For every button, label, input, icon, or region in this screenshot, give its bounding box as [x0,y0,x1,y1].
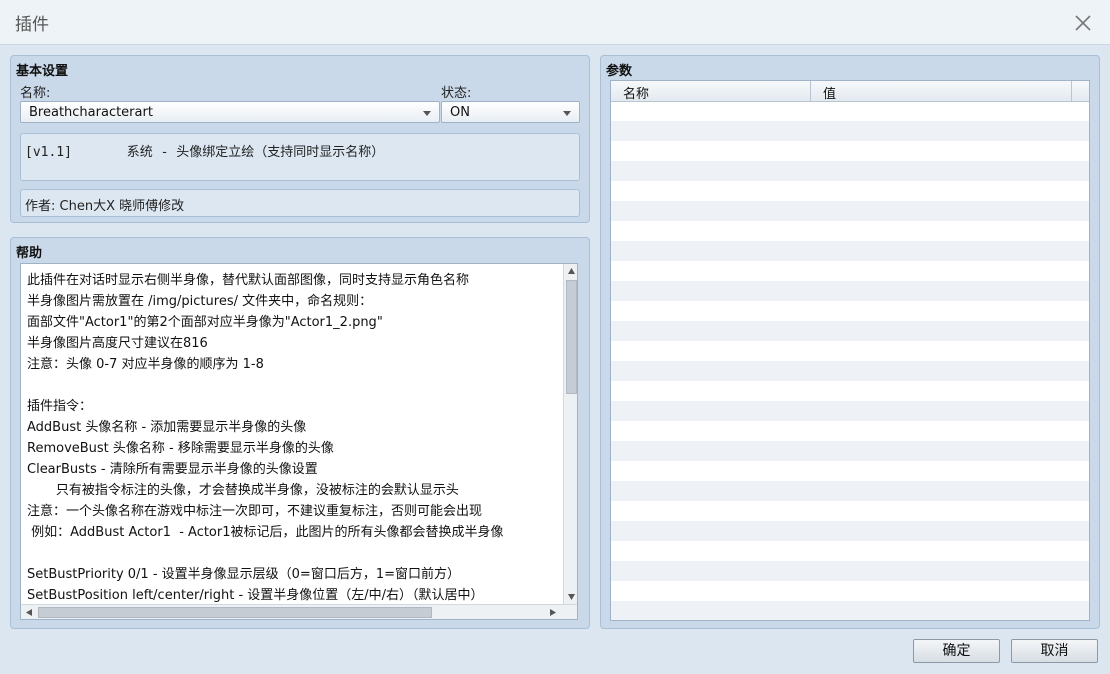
basic-settings-panel: 基本设置 名称: 状态: Breathcharacterart ON [v1.1… [10,55,590,223]
table-row[interactable] [611,201,1089,221]
author-text: 作者: Chen大X 晓师傅修改 [25,199,185,214]
table-row[interactable] [611,561,1089,581]
table-row[interactable] [611,541,1089,561]
close-icon[interactable] [1072,12,1094,34]
scroll-down-icon[interactable] [567,593,576,601]
parameters-title: 参数 [606,64,633,79]
table-row[interactable] [611,401,1089,421]
help-line: 注意：一个头像名称在游戏中标注一次即可，不建议重复标注，否则可能会出现 [27,504,483,519]
table-row[interactable] [611,501,1089,521]
table-row[interactable] [611,461,1089,481]
status-value: ON [450,105,470,120]
help-line: 只有被指令标注的头像，才会替换成半身像，没被标注的会默认显示头 [27,483,459,498]
table-row[interactable] [611,101,1089,121]
column-header-value[interactable]: 值 [823,83,836,102]
help-line: ClearBusts - 清除所有需要显示半身像的头像设置 [27,462,318,477]
help-line: 注意：头像 0-7 对应半身像的顺序为 1-8 [27,357,264,372]
table-row[interactable] [611,341,1089,361]
chevron-down-icon [423,111,431,116]
table-row[interactable] [611,161,1089,181]
scroll-left-icon[interactable] [25,608,33,617]
table-row[interactable] [611,281,1089,301]
table-row[interactable] [611,361,1089,381]
help-line: 面部文件"Actor1"的第2个面部对应半身像为"Actor1_2.png" [27,315,383,330]
table-row[interactable] [611,321,1089,341]
table-row[interactable] [611,261,1089,281]
scroll-right-icon[interactable] [549,608,557,617]
ok-button[interactable]: 确定 [913,639,1000,663]
table-row[interactable] [611,381,1089,401]
author-box: 作者: Chen大X 晓师傅修改 [20,189,580,217]
help-line: 此插件在对话时显示右侧半身像，替代默认面部图像，同时支持显示角色名称 [27,273,470,288]
table-row[interactable] [611,521,1089,541]
chevron-down-icon [563,111,571,116]
column-separator[interactable] [810,81,811,101]
help-line: RemoveBust 头像名称 - 移除需要显示半身像的头像 [27,441,334,456]
name-label: 名称: [20,86,51,101]
description-text: [v1.1] 系统 - 头像绑定立绘（支持同时显示名称） [25,145,385,160]
vertical-scrollbar[interactable] [563,264,577,604]
parameters-table-header: 名称 值 [611,81,1089,102]
table-row[interactable] [611,121,1089,141]
cancel-button[interactable]: 取消 [1011,639,1098,663]
plugin-name-value: Breathcharacterart [29,105,153,120]
table-row[interactable] [611,301,1089,321]
status-label: 状态: [441,86,472,101]
window-titlebar: 插件 [0,0,1110,45]
table-row[interactable] [611,141,1089,161]
column-separator[interactable] [1071,81,1072,101]
horizontal-scrollbar[interactable] [21,604,577,619]
table-row[interactable] [611,481,1089,501]
vertical-scroll-thumb[interactable] [566,280,577,394]
table-row[interactable] [611,581,1089,601]
column-header-name[interactable]: 名称 [623,83,649,102]
table-row[interactable] [611,181,1089,201]
table-row[interactable] [611,441,1089,461]
help-line: 插件指令： [27,399,93,414]
help-line: SetBustPosition left/center/right - 设置半身… [27,588,484,603]
horizontal-scroll-thumb[interactable] [38,607,432,618]
help-line: AddBust 头像名称 - 添加需要显示半身像的头像 [27,420,307,435]
help-line: 半身像图片高度尺寸建议在816 [27,336,208,351]
parameters-table[interactable]: 名称 值 [610,80,1090,621]
basic-settings-title: 基本设置 [16,64,69,79]
table-row[interactable] [611,601,1089,620]
parameters-panel: 参数 名称 值 [600,55,1100,629]
help-textbox[interactable]: 此插件在对话时显示右侧半身像，替代默认面部图像，同时支持显示角色名称 半身像图片需… [20,263,578,620]
status-select[interactable]: ON [441,101,580,123]
help-title: 帮助 [16,246,43,261]
help-panel: 帮助 此插件在对话时显示右侧半身像，替代默认面部图像，同时支持显示角色名称 半身像… [10,237,590,629]
help-line: SetBustPriority 0/1 - 设置半身像显示层级（0=窗口后方，1… [27,567,460,582]
table-row[interactable] [611,221,1089,241]
table-row[interactable] [611,241,1089,261]
scroll-up-icon[interactable] [567,267,576,275]
help-line: 半身像图片需放置在 /img/pictures/ 文件夹中，命名规则： [27,294,373,309]
description-box: [v1.1] 系统 - 头像绑定立绘（支持同时显示名称） [20,133,580,181]
table-row[interactable] [611,421,1089,441]
plugin-name-select[interactable]: Breathcharacterart [20,101,440,123]
help-line: 例如：AddBust Actor1 - Actor1被标记后，此图片的所有头像都… [27,525,504,540]
window-title: 插件 [15,15,49,35]
